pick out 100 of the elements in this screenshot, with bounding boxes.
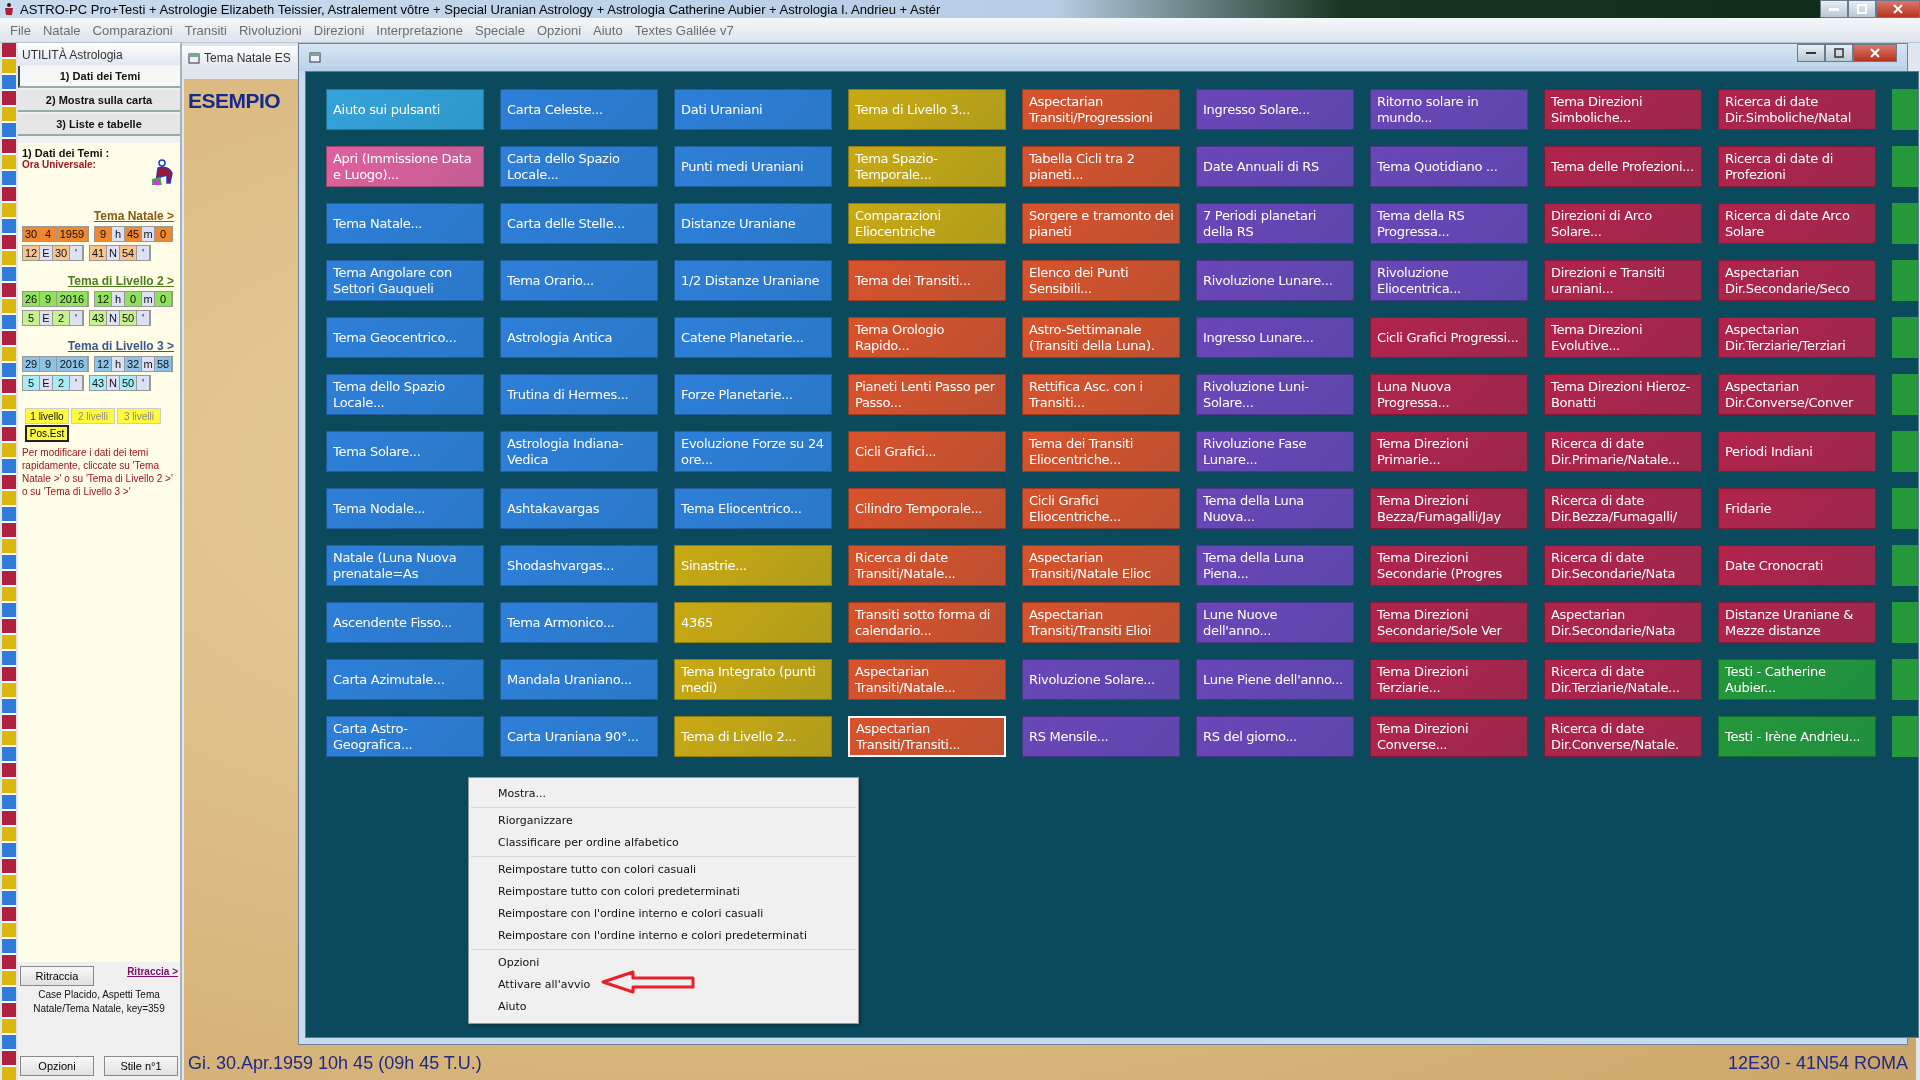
tool-button[interactable] bbox=[1892, 89, 1918, 130]
tool-button[interactable]: Carta dello Spazio Locale... bbox=[500, 146, 658, 187]
tool-button[interactable]: Tema Armonico... bbox=[500, 602, 658, 643]
tool-button[interactable] bbox=[1892, 431, 1918, 472]
value-field[interactable]: 50 bbox=[120, 376, 137, 390]
value-field[interactable]: 12 bbox=[23, 246, 40, 260]
tool-button[interactable]: Testi - Irène Andrieu... bbox=[1718, 716, 1876, 757]
value-field[interactable]: 0 bbox=[125, 292, 142, 306]
tool-button[interactable]: Carta Astro-Geografica... bbox=[326, 716, 484, 757]
value-field[interactable]: 41 bbox=[90, 246, 107, 260]
value-field[interactable]: 45 bbox=[125, 227, 142, 241]
tool-button[interactable] bbox=[1892, 260, 1918, 301]
tool-button[interactable]: Trutina di Hermes... bbox=[500, 374, 658, 415]
tool-button[interactable]: Rivoluzione Luni-Solare... bbox=[1196, 374, 1354, 415]
tool-button[interactable]: Apri (Immissione Data e Luogo)... bbox=[326, 146, 484, 187]
tool-button[interactable]: Tema Direzioni Converse... bbox=[1370, 716, 1528, 757]
chart-link[interactable]: Tema Natale > bbox=[93, 209, 174, 223]
value-fields[interactable]: 29 9 2016 bbox=[22, 356, 89, 372]
value-field[interactable]: 1959 bbox=[57, 227, 88, 241]
tool-button[interactable]: Aspectarian Dir.Secondarie/Nata bbox=[1544, 602, 1702, 643]
menu-item[interactable]: Natale bbox=[36, 22, 87, 38]
tool-button[interactable]: Cicli Grafici... bbox=[848, 431, 1006, 472]
value-field[interactable]: 4 bbox=[40, 227, 57, 241]
value-field[interactable]: 50 bbox=[120, 311, 137, 325]
tool-button[interactable]: Rettifica Asc. con i Transiti... bbox=[1022, 374, 1180, 415]
tool-button[interactable]: RS Mensile... bbox=[1022, 716, 1180, 757]
value-field[interactable]: 0 bbox=[155, 292, 172, 306]
tool-button[interactable]: Astrologia Antica bbox=[500, 317, 658, 358]
tool-button[interactable] bbox=[1892, 146, 1918, 187]
close-button[interactable] bbox=[1853, 44, 1897, 62]
redraw-button[interactable]: Ritraccia bbox=[20, 966, 94, 986]
tool-button[interactable]: Forze Planetarie... bbox=[674, 374, 832, 415]
tool-button[interactable]: Sorgere e tramonto dei pianeti bbox=[1022, 203, 1180, 244]
tool-button[interactable]: Tabella Cicli tra 2 pianeti... bbox=[1022, 146, 1180, 187]
value-field[interactable]: 12 bbox=[95, 292, 112, 306]
tool-button[interactable]: Ricerca di date Arco Solare bbox=[1718, 203, 1876, 244]
value-field[interactable]: 43 bbox=[90, 376, 107, 390]
tool-button[interactable]: Aspectarian Transiti/Natale Elioc bbox=[1022, 545, 1180, 586]
tool-button[interactable]: Punti medi Uraniani bbox=[674, 146, 832, 187]
tool-button[interactable]: Direzioni di Arco Solare... bbox=[1544, 203, 1702, 244]
tool-button[interactable]: Aspectarian Transiti/Natale... bbox=[848, 659, 1006, 700]
tool-button[interactable]: Carta Celeste... bbox=[500, 89, 658, 130]
value-fields[interactable]: 9 h 45 m 0 bbox=[94, 226, 173, 242]
tool-button[interactable] bbox=[1892, 317, 1918, 358]
close-button[interactable] bbox=[1876, 0, 1920, 18]
tool-button[interactable]: Rivoluzione Lunare... bbox=[1196, 260, 1354, 301]
tool-button[interactable]: Tema Quotidiano ... bbox=[1370, 146, 1528, 187]
tool-button[interactable] bbox=[1892, 203, 1918, 244]
tool-button[interactable]: Tema della RS Progressa... bbox=[1370, 203, 1528, 244]
value-field[interactable]: 2 bbox=[53, 376, 70, 390]
tool-button[interactable] bbox=[1892, 659, 1918, 700]
tool-button[interactable]: Tema Natale... bbox=[326, 203, 484, 244]
position-button[interactable]: Pos.Est bbox=[25, 425, 69, 442]
menu-item[interactable]: Opzioni bbox=[530, 22, 587, 38]
value-field[interactable]: 30 bbox=[53, 246, 70, 260]
tool-button[interactable]: Date Annuali di RS bbox=[1196, 146, 1354, 187]
tool-button[interactable]: Mandala Uraniano... bbox=[500, 659, 658, 700]
tool-button[interactable]: Tema Orologio Rapido... bbox=[848, 317, 1006, 358]
menu-entry[interactable]: Opzioni bbox=[471, 952, 856, 974]
value-fields[interactable]: 12 h 0 m 0 bbox=[94, 291, 173, 307]
level-button[interactable]: 1 livello bbox=[25, 408, 69, 424]
tool-button[interactable] bbox=[1892, 602, 1918, 643]
tool-button[interactable]: Tema Eliocentrico... bbox=[674, 488, 832, 529]
value-fields[interactable]: 41 N 54 ' bbox=[89, 245, 151, 261]
tool-button[interactable] bbox=[1892, 716, 1918, 757]
tool-button[interactable]: Lune Piene dell'anno... bbox=[1196, 659, 1354, 700]
menu-item[interactable]: Direzioni bbox=[307, 22, 371, 38]
tool-button[interactable]: Tema Orario... bbox=[500, 260, 658, 301]
tool-button[interactable]: Ricerca di date di Profezioni bbox=[1718, 146, 1876, 187]
tool-button[interactable]: Tema delle Profezioni... bbox=[1544, 146, 1702, 187]
value-field[interactable]: 12 bbox=[95, 357, 112, 371]
tool-button[interactable]: Tema della Luna Piena... bbox=[1196, 545, 1354, 586]
tool-button[interactable]: Cilindro Temporale... bbox=[848, 488, 1006, 529]
tool-button[interactable]: Aspectarian Transiti/Transiti Elioi bbox=[1022, 602, 1180, 643]
tool-button[interactable]: Tema Direzioni Primarie... bbox=[1370, 431, 1528, 472]
value-fields[interactable]: 30 4 1959 bbox=[22, 226, 89, 242]
value-field[interactable]: 9 bbox=[40, 292, 57, 306]
value-field[interactable]: 5 bbox=[23, 376, 40, 390]
style-button[interactable]: Stile n°1 bbox=[104, 1056, 178, 1076]
tool-button[interactable]: Fridarie bbox=[1718, 488, 1876, 529]
tool-button[interactable]: Ingresso Lunare... bbox=[1196, 317, 1354, 358]
menu-entry[interactable]: Reimpostare tutto con colori predeterminati bbox=[471, 881, 856, 903]
menu-entry[interactable]: Mostra... bbox=[471, 783, 856, 805]
tool-button[interactable]: Cicli Grafici Eliocentriche... bbox=[1022, 488, 1180, 529]
tool-button[interactable]: Carta Azimutale... bbox=[326, 659, 484, 700]
value-field[interactable]: 54 bbox=[120, 246, 137, 260]
tool-button[interactable]: Tema Nodale... bbox=[326, 488, 484, 529]
tool-button[interactable]: Aspectarian Transiti/Progressioni bbox=[1022, 89, 1180, 130]
tool-button[interactable]: Tema dei Transiti... bbox=[848, 260, 1006, 301]
menu-entry[interactable]: Riorganizzare bbox=[471, 810, 856, 832]
tool-button[interactable]: Distanze Uraniane bbox=[674, 203, 832, 244]
value-field[interactable]: 30 bbox=[23, 227, 40, 241]
tool-button[interactable]: Carta Uraniana 90°... bbox=[500, 716, 658, 757]
tool-button[interactable]: Tema Direzioni Simboliche... bbox=[1544, 89, 1702, 130]
tool-button[interactable]: Ingresso Solare... bbox=[1196, 89, 1354, 130]
value-fields[interactable]: 12 E 30 ' bbox=[22, 245, 84, 261]
tool-button[interactable]: Date Cronocrati bbox=[1718, 545, 1876, 586]
menu-entry[interactable]: Aiuto bbox=[471, 996, 856, 1018]
tool-button[interactable]: Natale (Luna Nuova prenatale=As bbox=[326, 545, 484, 586]
value-field[interactable]: 26 bbox=[23, 292, 40, 306]
